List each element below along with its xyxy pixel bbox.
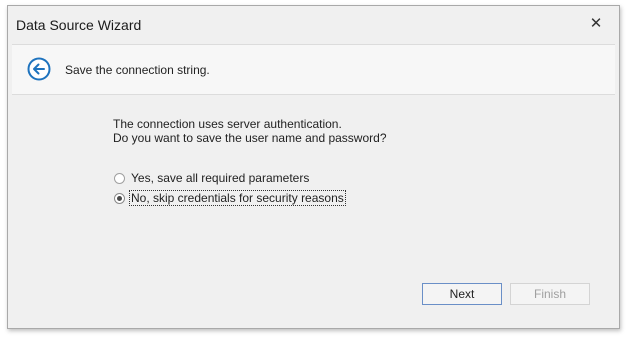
close-icon[interactable]: ✕ <box>587 15 605 33</box>
radio-option-save-credentials[interactable]: Yes, save all required parameters <box>114 170 310 186</box>
data-source-wizard-dialog: Data Source Wizard ✕ Save the connection… <box>7 5 620 329</box>
wizard-page-header: Save the connection string. <box>12 44 615 95</box>
radio-label-save: Yes, save all required parameters <box>131 171 310 185</box>
back-arrow-icon[interactable] <box>27 57 51 81</box>
page-title: Save the connection string. <box>65 63 210 77</box>
radio-option-skip-credentials[interactable]: No, skip credentials for security reason… <box>114 190 346 206</box>
radio-button-checked[interactable] <box>114 192 125 204</box>
description: The connection uses server authenticatio… <box>113 117 387 145</box>
next-button[interactable]: Next <box>422 283 502 305</box>
title-bar: Data Source Wizard ✕ <box>8 6 619 44</box>
description-line-2: Do you want to save the user name and pa… <box>113 131 387 145</box>
radio-button-unchecked[interactable] <box>114 172 125 184</box>
radio-label-skip: No, skip credentials for security reason… <box>129 190 346 206</box>
description-line-1: The connection uses server authenticatio… <box>113 117 342 131</box>
window-title: Data Source Wizard <box>16 17 142 33</box>
finish-button[interactable]: Finish <box>510 283 590 305</box>
